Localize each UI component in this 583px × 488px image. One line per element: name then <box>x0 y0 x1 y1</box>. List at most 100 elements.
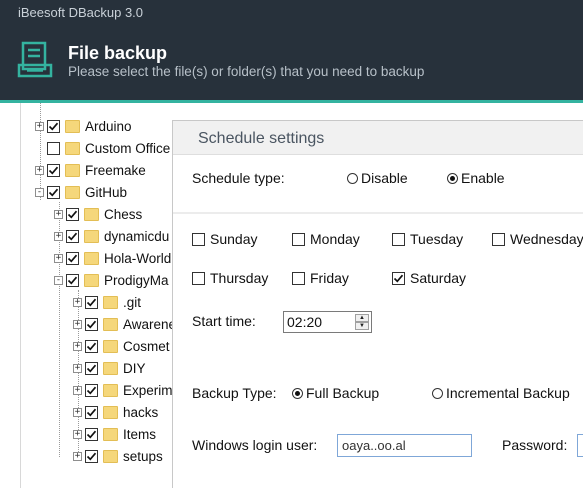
folder-icon <box>103 339 118 353</box>
folder-icon <box>65 119 80 133</box>
tree-item-label: GitHub <box>85 184 128 200</box>
tree-item[interactable]: + .git <box>73 291 141 313</box>
checkbox-box <box>192 232 205 246</box>
expand-icon[interactable]: + <box>73 429 82 439</box>
tree-item-checkbox[interactable] <box>85 339 98 353</box>
folder-icon <box>103 427 118 441</box>
tree-item-label: Cosmet <box>123 338 170 354</box>
expand-icon[interactable]: + <box>73 385 82 395</box>
tree-item[interactable]: + Freemake <box>35 159 146 181</box>
tree-item-label: setups <box>123 448 163 464</box>
tree-item-checkbox[interactable] <box>85 317 98 331</box>
folder-tree[interactable]: + Arduino Custom Office + Freemake - GitHub + Ch… <box>20 103 180 488</box>
tree-item[interactable]: - GitHub <box>35 181 127 203</box>
tree-item-checkbox[interactable] <box>47 163 60 177</box>
tree-item[interactable]: + dynamicdu <box>54 225 169 247</box>
tree-item-checkbox[interactable] <box>85 405 98 419</box>
expand-icon[interactable]: + <box>73 319 82 329</box>
tree-item-label: Arduino <box>85 118 132 134</box>
tree-item[interactable]: + DIY <box>73 357 146 379</box>
tree-item[interactable]: + Hola-World <box>54 247 171 269</box>
folder-icon <box>65 163 80 177</box>
tree-item[interactable]: + Chess <box>54 203 142 225</box>
tree-item-checkbox[interactable] <box>66 251 79 265</box>
tree-item-checkbox[interactable] <box>66 207 79 221</box>
tree-item[interactable]: + hacks <box>73 401 158 423</box>
tree-item-checkbox[interactable] <box>47 141 60 155</box>
start-time-input[interactable]: 02:20 ▲ ▼ <box>283 311 372 333</box>
tree-item-checkbox[interactable] <box>66 273 79 287</box>
expand-icon[interactable]: + <box>73 363 82 373</box>
full-backup-radio[interactable]: Full Backup <box>292 385 379 401</box>
section-divider <box>173 212 583 214</box>
schedule-type-label: Schedule type: <box>192 170 285 186</box>
password-label: Password: <box>502 437 568 453</box>
expand-icon[interactable]: + <box>35 165 44 175</box>
day-checkbox-sunday[interactable]: Sunday <box>192 231 257 247</box>
tree-item-label: Items <box>123 426 157 442</box>
tree-item[interactable]: + Arduino <box>35 115 132 137</box>
folder-icon <box>103 317 118 331</box>
tree-item-checkbox[interactable] <box>47 119 60 133</box>
radio-label: Incremental Backup <box>446 385 570 401</box>
tree-item-checkbox[interactable] <box>85 383 98 397</box>
expand-icon[interactable]: + <box>73 451 82 461</box>
page-subtitle: Please select the file(s) or folder(s) t… <box>68 64 425 79</box>
day-checkbox-tuesday[interactable]: Tuesday <box>392 231 463 247</box>
checkbox-label: Wednesday <box>510 231 583 247</box>
tree-item-label: Experim <box>123 382 173 398</box>
expand-icon[interactable]: + <box>73 297 82 307</box>
tree-item[interactable]: - ProdigyMa <box>54 269 169 291</box>
expand-icon[interactable]: + <box>35 121 44 131</box>
tree-item-label: Hola-World <box>104 250 172 266</box>
checkbox-box <box>292 271 305 285</box>
tree-item-label: Chess <box>104 206 143 222</box>
collapse-icon[interactable]: - <box>54 275 63 285</box>
tree-item-checkbox[interactable] <box>85 295 98 309</box>
expand-icon[interactable]: + <box>54 231 63 241</box>
day-checkbox-monday[interactable]: Monday <box>292 231 360 247</box>
tree-item[interactable]: + Awarenes <box>73 313 180 335</box>
schedule-enable-radio[interactable]: Enable <box>447 170 505 186</box>
tree-item-checkbox[interactable] <box>47 185 60 199</box>
day-checkbox-wednesday[interactable]: Wednesday <box>492 231 583 247</box>
folder-icon <box>103 449 118 463</box>
tree-item-checkbox[interactable] <box>85 449 98 463</box>
dialog-titlebar: Schedule settings <box>173 121 583 155</box>
spin-up-icon[interactable]: ▲ <box>355 314 369 322</box>
tree-item-checkbox[interactable] <box>85 427 98 441</box>
incremental-backup-radio[interactable]: Incremental Backup <box>432 385 570 401</box>
windows-login-user-input[interactable]: oaya..oo.al <box>337 434 472 457</box>
tree-item[interactable]: + Experim <box>73 379 173 401</box>
tree-item[interactable]: + Items <box>73 423 156 445</box>
expand-icon[interactable]: + <box>54 253 63 263</box>
folder-icon <box>65 141 80 155</box>
day-checkbox-friday[interactable]: Friday <box>292 270 349 286</box>
tree-item[interactable]: + setups <box>73 445 163 467</box>
password-input[interactable] <box>577 434 583 457</box>
time-spinner[interactable]: ▲ ▼ <box>355 314 369 330</box>
tree-item-checkbox[interactable] <box>85 361 98 375</box>
expand-icon[interactable]: + <box>73 407 82 417</box>
folder-icon <box>84 251 99 265</box>
checkbox-label: Friday <box>310 270 349 286</box>
collapse-icon[interactable]: - <box>35 187 44 197</box>
day-checkbox-thursday[interactable]: Thursday <box>192 270 268 286</box>
folder-icon <box>84 273 99 287</box>
page-title: File backup <box>68 43 168 63</box>
folder-icon <box>103 405 118 419</box>
tree-item[interactable]: + Cosmet <box>73 335 170 357</box>
checkbox-label: Thursday <box>210 270 269 286</box>
radio-indicator <box>347 172 358 184</box>
day-checkbox-saturday[interactable]: Saturday <box>392 270 466 286</box>
tree-item-checkbox[interactable] <box>66 229 79 243</box>
tree-item[interactable]: Custom Office <box>35 137 170 159</box>
schedule-settings-dialog: Schedule settings Schedule type: Disable… <box>172 120 583 488</box>
folder-icon <box>84 207 99 221</box>
expand-icon[interactable]: + <box>73 341 82 351</box>
dialog-title: Schedule settings <box>198 130 325 147</box>
expand-icon[interactable]: + <box>54 209 63 219</box>
radio-indicator <box>292 387 303 399</box>
schedule-disable-radio[interactable]: Disable <box>347 170 408 186</box>
spin-down-icon[interactable]: ▼ <box>355 322 369 330</box>
